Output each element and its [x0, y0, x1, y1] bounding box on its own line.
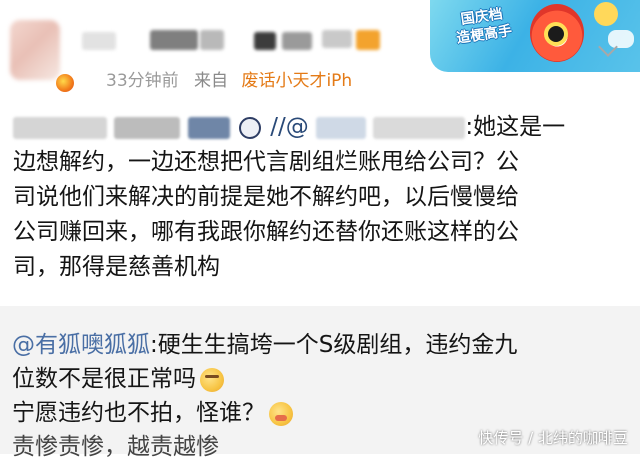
- mascot-icon: [530, 4, 584, 62]
- redacted-badge-block: [254, 32, 276, 50]
- watermark: 快传号 / 北纬的咖啡豆: [478, 429, 628, 447]
- post-line: 司说他们来解决的前提是她不解约吧，以后慢慢给: [13, 184, 519, 210]
- thinking-emoji-icon: [200, 367, 224, 392]
- post-time: 33分钟前: [106, 71, 179, 91]
- promo-text: 国庆档 造梗高手: [450, 4, 516, 48]
- emoji-icon: [238, 116, 261, 139]
- post-body: //@ :她这是一 边想解约，一边还想把代言剧组烂账甩给公司？公 司说他们来解决…: [13, 110, 633, 285]
- comment-line: 位数不是很正常吗: [12, 362, 634, 396]
- source-label: 来自: [194, 71, 229, 91]
- pouting-emoji-icon: [269, 401, 293, 426]
- redacted-badge-block: [282, 32, 312, 50]
- comment-text: 位数不是很正常吗: [12, 366, 196, 392]
- user-mention-link[interactable]: @有狐噢狐狐: [12, 332, 150, 358]
- post-line: //@ :她这是一: [13, 110, 633, 145]
- comment-line: @有狐噢狐狐:硬生生搞垮一个S级剧组，违约金九: [12, 328, 634, 362]
- redacted-text: [187, 116, 230, 139]
- repost-mention-marker[interactable]: //@: [270, 114, 309, 140]
- redacted-badge-block: [322, 30, 352, 48]
- redacted-text: [373, 116, 466, 139]
- comment-text: 宁愿违约也不拍，怪谁？: [12, 400, 265, 426]
- post-line: 公司赚回来，哪有我跟你解约还替你还账这样的公: [13, 219, 519, 245]
- redacted-name-block: [150, 30, 198, 50]
- redacted-badge-block: [356, 30, 380, 50]
- redacted-name-block: [82, 32, 116, 50]
- redacted-text: [13, 116, 107, 139]
- redacted-name-block: [200, 30, 224, 50]
- promo-banner[interactable]: 国庆档 造梗高手: [430, 0, 640, 72]
- post-line: 边想解约，一边还想把代言剧组烂账甩给公司？公: [13, 149, 519, 175]
- verified-badge-icon: [56, 74, 74, 92]
- balloon-icon: [594, 2, 618, 26]
- comment-line: 宁愿违约也不拍，怪谁？: [12, 396, 634, 430]
- post-meta: 33分钟前 来自 废话小天才iPh: [106, 66, 352, 91]
- redacted-text: [316, 116, 367, 139]
- user-avatar[interactable]: [10, 20, 60, 80]
- post-header: 33分钟前 来自 废话小天才iPh 国庆档 造梗高手: [0, 0, 640, 100]
- comment-text: :硬生生搞垮一个S级剧组，违约金九: [150, 332, 518, 358]
- post-text: :她这是一: [465, 114, 566, 140]
- post-line: 司，那得是慈善机构: [13, 254, 220, 280]
- redacted-text: [114, 116, 181, 139]
- source-device-link[interactable]: 废话小天才iPh: [241, 71, 352, 91]
- quoted-comment[interactable]: @有狐噢狐狐:硬生生搞垮一个S级剧组，违约金九 位数不是很正常吗 宁愿违约也不拍…: [0, 306, 640, 460]
